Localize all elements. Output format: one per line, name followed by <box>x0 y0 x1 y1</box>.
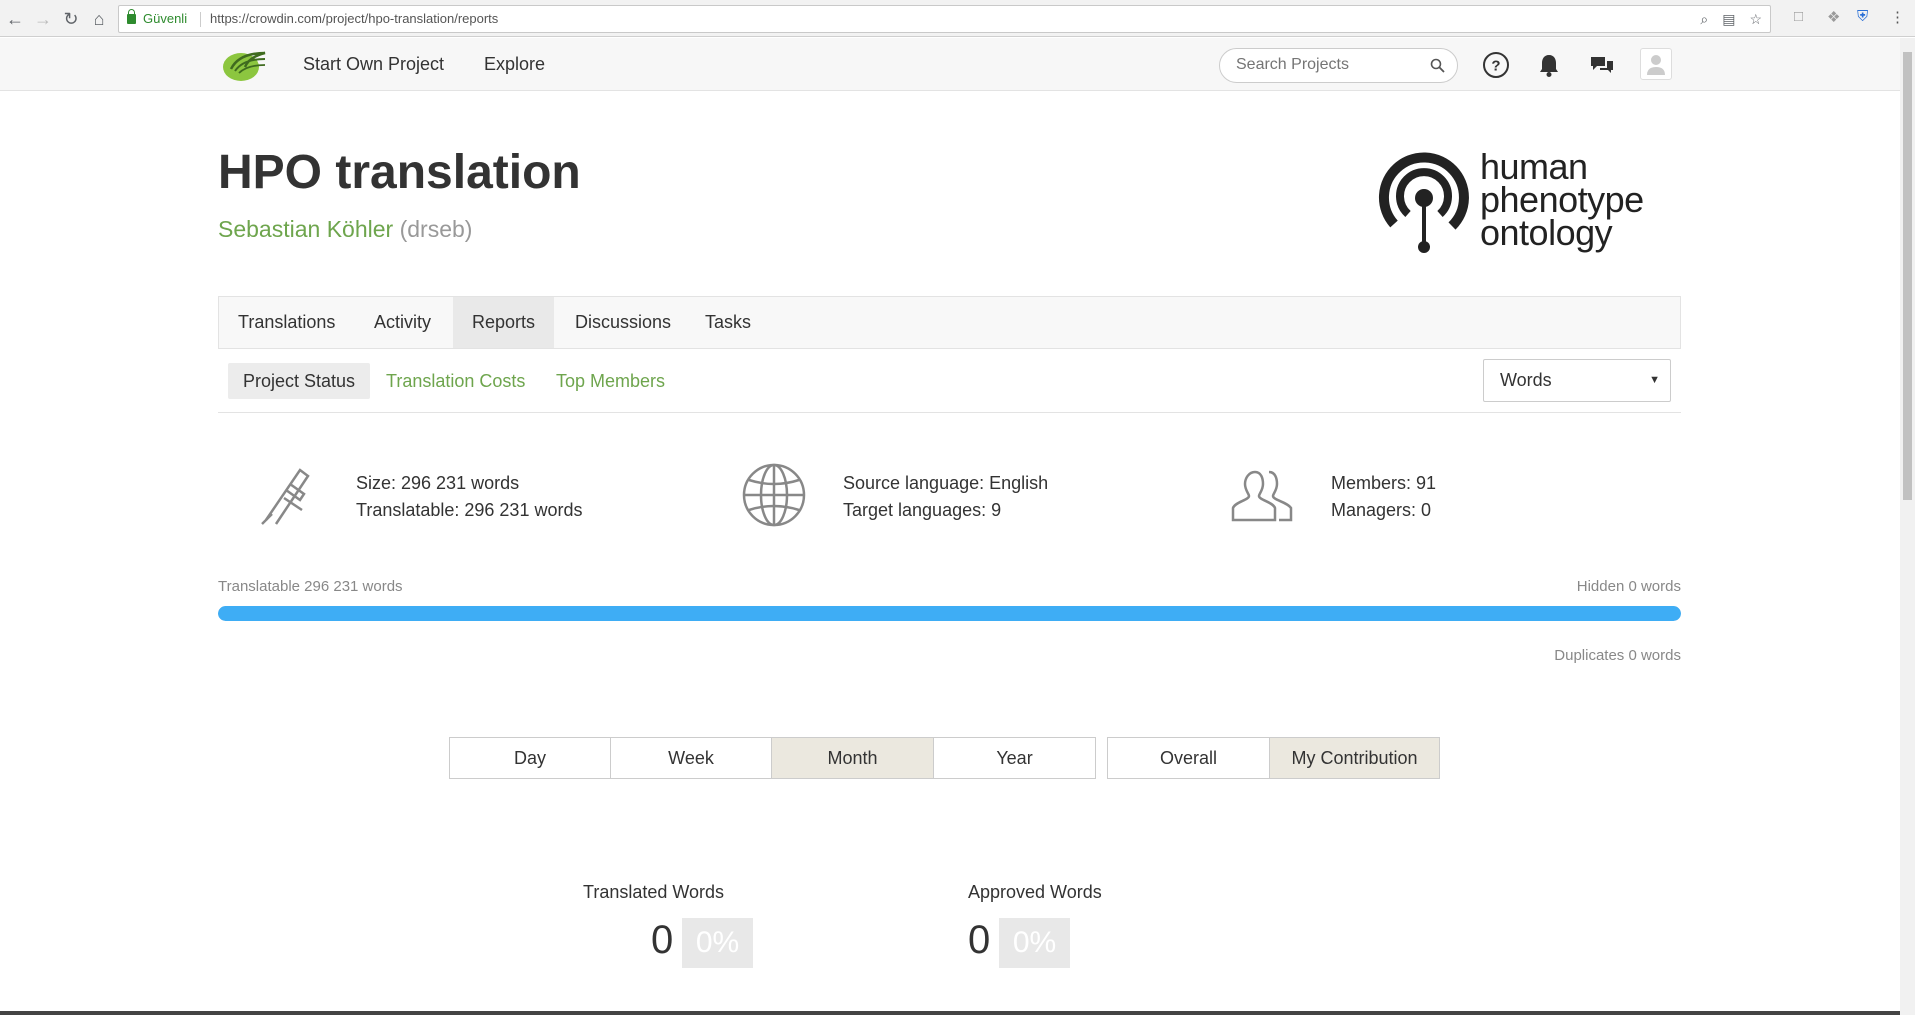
tab-activity[interactable]: Activity <box>355 297 450 348</box>
scope-button-group: Overall My Contribution <box>1107 737 1440 779</box>
window-bottom-edge <box>0 1011 1900 1015</box>
project-title: HPO translation <box>218 146 581 199</box>
period-year-button[interactable]: Year <box>933 737 1096 779</box>
caliper-icon <box>261 468 310 525</box>
translate-icon[interactable]: ▤ <box>1722 6 1735 32</box>
scope-overall-button[interactable]: Overall <box>1107 737 1270 779</box>
lock-icon <box>127 9 136 24</box>
address-bar[interactable]: Güvenli https://crowdin.com/project/hpo-… <box>118 5 1771 33</box>
search-input[interactable] <box>1236 56 1426 74</box>
managers-value: Managers: 0 <box>1331 500 1432 520</box>
scope-my-contribution-button[interactable]: My Contribution <box>1269 737 1440 779</box>
translatable-progress-bar <box>218 606 1681 621</box>
target-languages-value: Target languages: 9 <box>843 500 1002 520</box>
translated-words-value: 0 <box>651 918 674 962</box>
url-text[interactable]: https://crowdin.com/project/hpo-translat… <box>210 6 498 32</box>
browser-toolbar: ← → ↻ ⌂ Güvenli https://crowdin.com/proj… <box>0 0 1915 37</box>
hidden-label: Hidden 0 words <box>1576 578 1681 595</box>
tab-tasks[interactable]: Tasks <box>686 297 770 348</box>
members-icon <box>1231 470 1293 522</box>
approved-words-label: Approved Words <box>968 882 1102 902</box>
scrollbar-thumb[interactable] <box>1903 52 1912 500</box>
reload-icon[interactable]: ↻ <box>60 8 82 30</box>
period-month-button[interactable]: Month <box>771 737 934 779</box>
search-box <box>1219 48 1458 83</box>
report-subtabs: Project Status Translation Costs Top Mem… <box>218 356 1681 413</box>
extension-icon[interactable]: □ <box>1794 8 1803 25</box>
globe-icon <box>742 463 806 527</box>
brand-line-3: ontology <box>1480 212 1613 253</box>
language-stats: Source language: English Target language… <box>843 470 1048 524</box>
hpo-logo-text: human phenotype ontology <box>1480 149 1644 253</box>
source-language-value: Source language: English <box>843 473 1049 493</box>
svg-text:?: ? <box>1491 58 1500 75</box>
translatable-value: Translatable: 296 231 words <box>356 500 583 520</box>
bookmark-star-icon[interactable]: ☆ <box>1749 6 1762 32</box>
tab-discussions[interactable]: Discussions <box>556 297 690 348</box>
site-header: Start Own Project Explore ? <box>0 38 1900 91</box>
help-icon[interactable]: ? <box>1482 51 1510 79</box>
duplicates-label: Duplicates 0 words <box>1554 647 1681 664</box>
menu-dots-icon[interactable]: ⋮ <box>1890 8 1905 26</box>
tab-translations[interactable]: Translations <box>219 297 354 348</box>
crowdin-logo[interactable] <box>221 47 269 83</box>
subtab-project-status[interactable]: Project Status <box>228 363 371 399</box>
translated-words-percent: 0% <box>682 918 753 968</box>
approved-words-value: 0 <box>968 918 991 962</box>
period-week-button[interactable]: Week <box>610 737 772 779</box>
forward-icon[interactable]: → <box>32 8 54 30</box>
user-avatar[interactable] <box>1640 48 1672 80</box>
subtab-top-members[interactable]: Top Members <box>541 363 680 399</box>
tab-reports[interactable]: Reports <box>453 297 555 348</box>
user-icon <box>1647 55 1665 75</box>
dropbox-icon[interactable]: ❖ <box>1827 8 1840 26</box>
home-icon[interactable]: ⌂ <box>88 8 110 30</box>
zoom-icon[interactable]: ⌕ <box>1700 6 1708 32</box>
bell-icon[interactable] <box>1535 51 1563 79</box>
nav-start-own-project[interactable]: Start Own Project <box>303 54 444 75</box>
project-owner: Sebastian Köhler (drseb) <box>218 216 472 243</box>
page-scrollbar[interactable] <box>1900 38 1915 1015</box>
hpo-logo-icon <box>1379 152 1469 253</box>
translatable-label: Translatable 296 231 words <box>218 578 403 595</box>
size-stats: Size: 296 231 words Translatable: 296 23… <box>356 470 582 524</box>
discussions-icon[interactable] <box>1588 51 1616 79</box>
unit-select[interactable]: Words ▼ <box>1483 359 1671 402</box>
translated-words-label: Translated Words <box>583 882 725 902</box>
member-stats: Members: 91 Managers: 0 <box>1331 470 1436 524</box>
shield-extension-icon[interactable]: ⛨ <box>1857 8 1868 25</box>
approved-words-percent: 0% <box>999 918 1070 968</box>
chevron-down-icon: ▼ <box>1649 374 1660 386</box>
owner-name[interactable]: Sebastian Köhler <box>218 216 393 242</box>
project-tabs: Translations Activity Reports Discussion… <box>218 296 1681 349</box>
unit-select-value: Words <box>1500 370 1552 390</box>
size-value: Size: 296 231 words <box>356 473 520 493</box>
subtab-translation-costs[interactable]: Translation Costs <box>371 363 540 399</box>
period-button-group: Day Week Month Year <box>449 737 1096 779</box>
owner-login: (drseb) <box>399 216 473 242</box>
period-day-button[interactable]: Day <box>449 737 611 779</box>
search-icon[interactable] <box>1430 58 1445 73</box>
nav-explore[interactable]: Explore <box>484 54 545 75</box>
secure-label: Güvenli <box>143 11 188 26</box>
progress-fill <box>218 606 1681 621</box>
address-separator <box>200 12 201 27</box>
back-icon[interactable]: ← <box>4 8 26 30</box>
members-value: Members: 91 <box>1331 473 1437 493</box>
